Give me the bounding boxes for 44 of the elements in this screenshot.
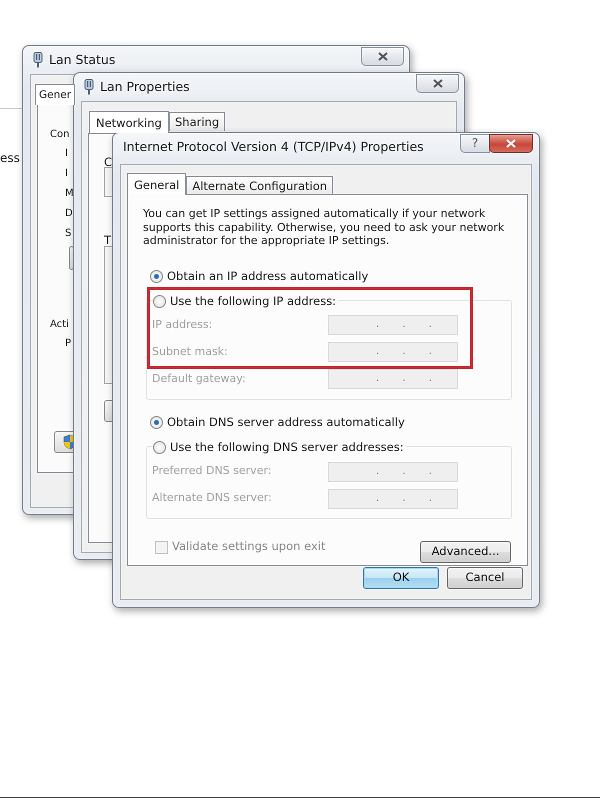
field-label: IP address: [151, 317, 214, 333]
partial-text: ess [0, 150, 20, 167]
field-label: C [104, 154, 112, 171]
button[interactable] [104, 400, 112, 422]
window-title: Lan Properties [100, 78, 190, 96]
section-label: Con [50, 128, 70, 142]
field-label: Default gateway: [151, 371, 247, 387]
field-label: Preferred DNS server: [151, 463, 272, 480]
help-button[interactable]: ? [460, 134, 490, 153]
tab[interactable]: Alternate Configuration [186, 176, 334, 195]
tab[interactable]: General [127, 173, 186, 195]
advanced-button[interactable]: Advanced... [420, 541, 511, 563]
radio-option[interactable]: Use the following IP address: [153, 292, 338, 310]
radio-option[interactable]: Obtain an IP address automatically [150, 268, 370, 285]
network-adapter-icon [33, 52, 43, 68]
shield-button[interactable] [54, 431, 73, 453]
dialog-button[interactable]: Cancel [447, 567, 523, 589]
close-button[interactable] [361, 47, 404, 66]
field-label: D [65, 207, 73, 221]
window-title: Lan Status [49, 50, 116, 69]
dialog-button[interactable]: OK [363, 567, 439, 589]
field-label: I [65, 167, 68, 181]
field-label: I [65, 147, 68, 161]
field-label: P [65, 337, 72, 351]
combo-box[interactable] [104, 167, 112, 197]
close-icon [378, 52, 388, 61]
tab[interactable]: Networking [89, 111, 169, 133]
field-label: Alternate DNS server: [151, 490, 273, 506]
close-button[interactable] [489, 134, 533, 153]
close-button[interactable] [416, 74, 459, 93]
dialog-title: Internet Protocol Version 4 (TCP/IPv4) Properties [123, 138, 424, 156]
network-adapter-icon [84, 79, 94, 95]
field-label: T [104, 232, 112, 249]
section-label: Acti [50, 318, 69, 332]
radio-option[interactable]: Obtain DNS server address automatically [150, 414, 407, 431]
field-label: M [65, 187, 74, 201]
tab[interactable]: Gener [35, 84, 76, 105]
close-icon [506, 139, 516, 148]
description-text: You can get IP settings assigned automatically if your network supports this capability. Otherwise, you need to ask your network administrator for the appropriate IP settings. [143, 207, 506, 248]
field-label: Subnet mask: [151, 344, 229, 360]
close-icon [432, 79, 442, 88]
tab[interactable]: Sharing [169, 112, 226, 131]
radio-option[interactable]: Use the following DNS server addresses: [153, 439, 406, 456]
field-label: S [65, 227, 72, 241]
